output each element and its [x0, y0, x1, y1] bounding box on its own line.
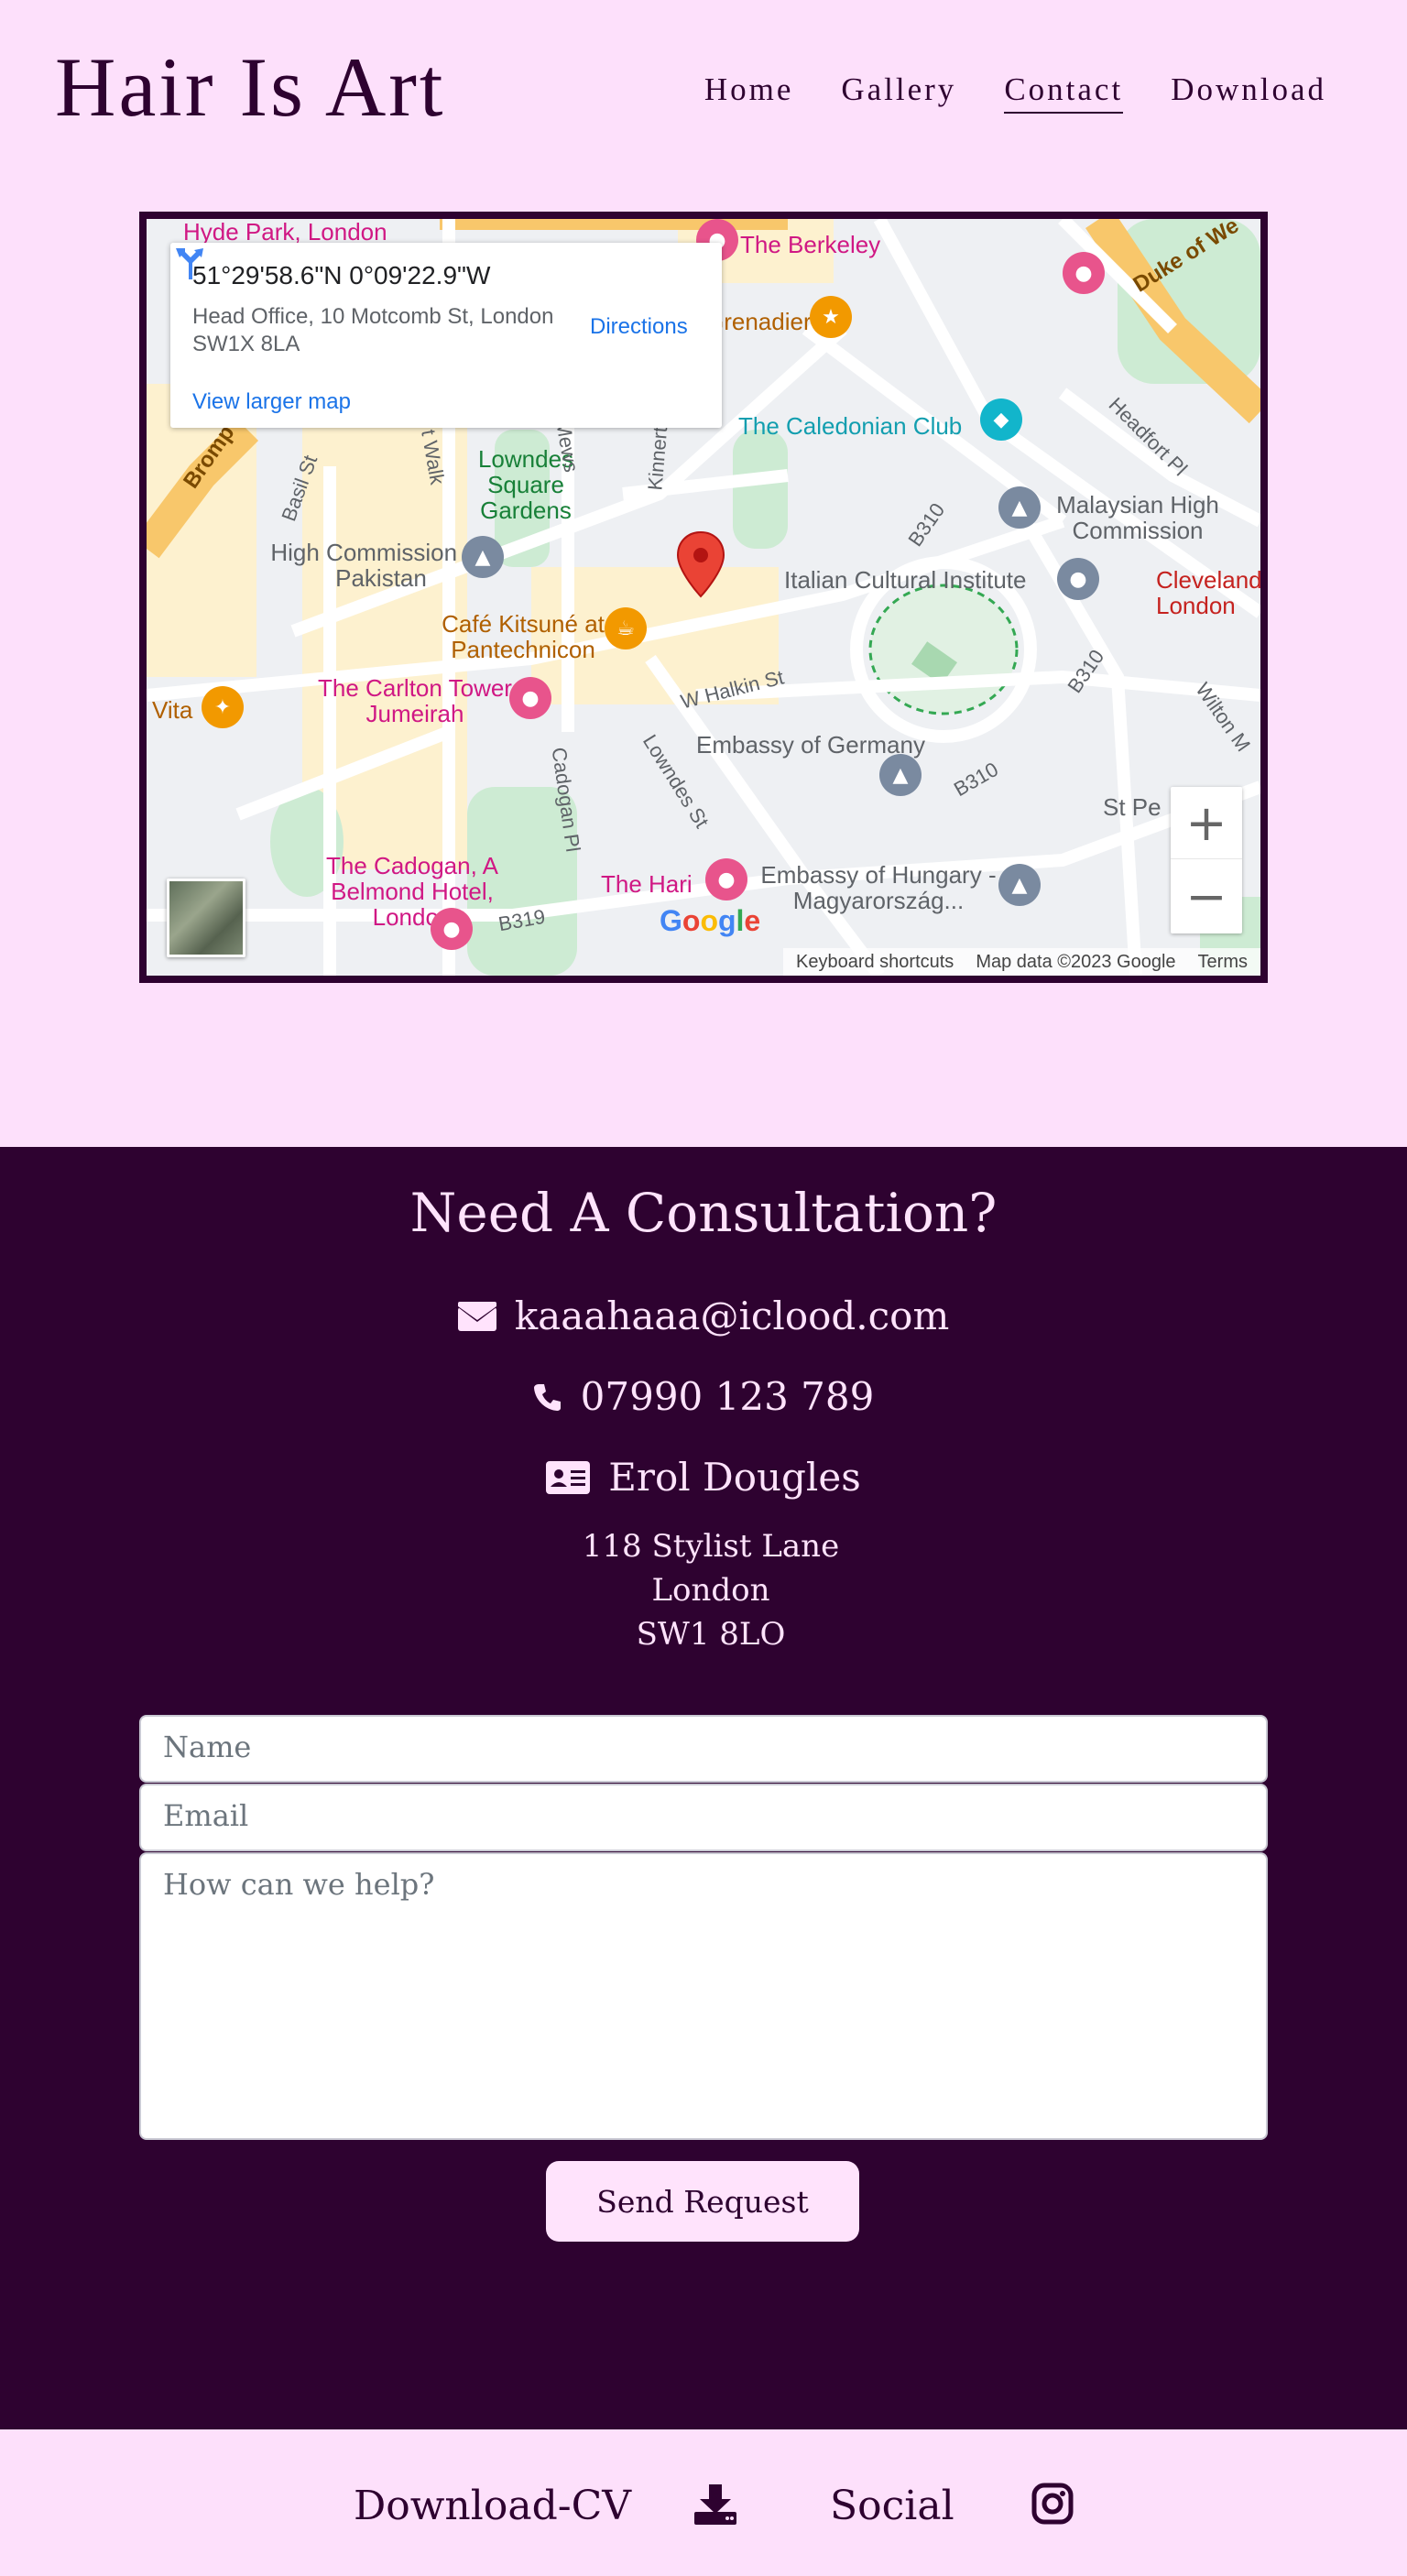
bar-pin-icon[interactable]: ★: [810, 296, 852, 338]
map-label-hungary-embassy: Embassy of Hungary - Magyarország...: [760, 861, 997, 914]
google-logo: Google: [660, 904, 761, 937]
phone-icon: [533, 1383, 561, 1411]
send-request-button[interactable]: Send Request: [546, 2161, 859, 2242]
restaurant-pin-icon[interactable]: ✦: [202, 686, 244, 728]
zoom-in-button[interactable]: +: [1171, 787, 1242, 859]
map-label-st-pe: St Pe: [1103, 793, 1162, 821]
address-line: London: [651, 1572, 770, 1609]
site-footer: Download-CV Social: [0, 2429, 1407, 2576]
zoom-out-button[interactable]: −: [1171, 860, 1242, 932]
consultation-title: Need A Consultation?: [409, 1182, 998, 1244]
map-label-berkeley: The Berkeley: [740, 231, 881, 258]
nav-contact[interactable]: Contact: [1004, 71, 1124, 114]
map-label-cafe-kitsune: Café Kitsuné at Pantechnicon: [442, 610, 605, 663]
map-label-germany-embassy: Embassy of Germany: [696, 731, 925, 759]
embassy-pin-icon[interactable]: ▲: [462, 536, 504, 578]
map-label-italian-institute: Italian Cultural Institute: [784, 566, 1027, 594]
nav-home[interactable]: Home: [704, 71, 794, 114]
map-label-cadogan-hotel: The Cadogan, A Belmond Hotel, London: [326, 852, 498, 931]
embassy-pin-icon[interactable]: ▲: [998, 486, 1041, 529]
brand-logo[interactable]: Hair Is Art: [55, 38, 445, 136]
email-address[interactable]: kaaahaaa@iclood.com: [515, 1293, 950, 1338]
hotel-pin-icon[interactable]: ●: [705, 858, 747, 901]
map-label-malaysian-commission: Malaysian High Commission: [1056, 491, 1219, 544]
nav-download[interactable]: Download: [1171, 71, 1326, 114]
map-info-card: 51°29'58.6"N 0°09'22.9"W Head Office, 10…: [170, 243, 722, 428]
map-address: Head Office, 10 Motcomb St, London SW1X …: [192, 304, 554, 356]
cafe-pin-icon[interactable]: ☕: [605, 607, 647, 649]
map-label-hyde-park: Hyde Park, London: [183, 218, 387, 246]
hotel-pin-icon[interactable]: ●: [509, 677, 551, 719]
embassy-pin-icon[interactable]: ▲: [879, 754, 922, 796]
club-pin-icon[interactable]: ◆: [980, 398, 1022, 441]
consultation-section: Need A Consultation? kaaahaaa@iclood.com…: [0, 1147, 1407, 2429]
view-larger-map-link[interactable]: View larger map: [192, 389, 351, 415]
zoom-controls: + −: [1171, 787, 1242, 933]
satellite-toggle[interactable]: [167, 879, 245, 957]
location-marker-icon[interactable]: [676, 530, 725, 598]
map-label-carlton: The Carlton Tower Jumeirah: [318, 674, 512, 727]
download-icon[interactable]: [694, 2484, 736, 2525]
email-field[interactable]: Email: [139, 1784, 1268, 1851]
site-header: Hair Is Art Home Gallery Contact Downloa…: [0, 0, 1407, 211]
contact-name: Erol Dougles: [608, 1455, 861, 1500]
map-attribution: Keyboard shortcuts Map data ©2023 Google…: [782, 948, 1260, 976]
message-field[interactable]: How can we help?: [139, 1852, 1268, 2140]
name-field[interactable]: Name: [139, 1715, 1268, 1783]
email-contact: kaaahaaa@iclood.com: [0, 1293, 1407, 1338]
address-line: SW1 8LO: [636, 1616, 786, 1653]
directions-icon[interactable]: [170, 243, 211, 283]
directions-button[interactable]: Directions: [590, 314, 688, 340]
map-data-credit: Map data ©2023 Google: [976, 951, 1176, 972]
social-label: Social: [830, 2483, 954, 2529]
map-label-cleveland: Cleveland London: [1156, 566, 1262, 619]
hotel-pin-icon[interactable]: ●: [431, 908, 473, 950]
map-label-hari: The Hari: [601, 870, 693, 898]
envelope-icon: [457, 1301, 496, 1331]
embedded-map[interactable]: Hyde Park, London The Berkeley Grenadier…: [139, 212, 1268, 983]
location-pin-icon[interactable]: ●: [1057, 558, 1099, 600]
map-label-vita: Vita: [152, 696, 193, 724]
contact-card: Erol Dougles: [0, 1455, 1407, 1500]
address-line: 118 Stylist Lane: [582, 1528, 840, 1565]
map-label-caledonian: The Caledonian Club: [738, 412, 963, 440]
instagram-icon[interactable]: [1031, 2483, 1074, 2525]
keyboard-shortcuts-link[interactable]: Keyboard shortcuts: [796, 952, 954, 973]
phone-number[interactable]: 07990 123 789: [581, 1374, 875, 1419]
postal-address: 118 Stylist Lane London SW1 8LO: [0, 1524, 1407, 1656]
hotel-pin-icon[interactable]: ●: [1063, 252, 1105, 294]
download-cv-link[interactable]: Download-CV: [354, 2483, 631, 2529]
nav-gallery[interactable]: Gallery: [841, 71, 956, 114]
embassy-pin-icon[interactable]: ▲: [998, 864, 1041, 906]
phone-contact: 07990 123 789: [0, 1374, 1407, 1419]
terms-link[interactable]: Terms: [1198, 952, 1248, 973]
map-coordinates: 51°29'58.6"N 0°09'22.9"W: [192, 261, 491, 289]
id-card-icon: [546, 1460, 591, 1494]
main-nav: Home Gallery Contact Download: [704, 71, 1326, 114]
